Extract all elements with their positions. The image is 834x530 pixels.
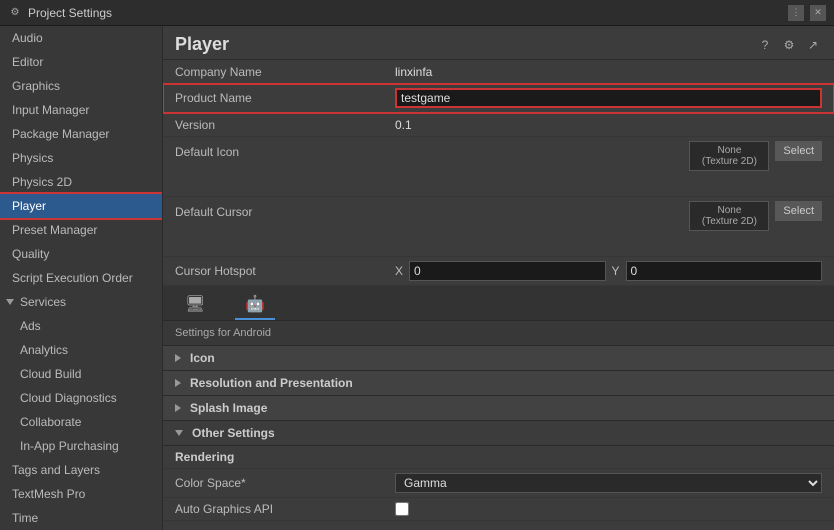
title-bar: ⚙ Project Settings ⋮ ✕ xyxy=(0,0,834,26)
default-cursor-box: None (Texture 2D) xyxy=(689,201,769,231)
none-texture-label: None xyxy=(696,145,762,156)
y-label: Y xyxy=(612,264,620,278)
company-name-row: Company Name linxinfa xyxy=(163,60,834,84)
version-value: 0.1 xyxy=(395,118,822,132)
tab-android[interactable]: 🤖 xyxy=(235,290,275,320)
default-cursor-label: Default Cursor xyxy=(175,201,395,219)
cursor-hotspot-inputs: X Y xyxy=(395,261,822,281)
services-label: Services xyxy=(20,293,66,311)
cursor-none-label: None xyxy=(696,205,762,216)
default-icon-row: Default Icon None (Texture 2D) Select xyxy=(163,137,834,197)
sidebar-item-audio[interactable]: Audio xyxy=(0,26,162,50)
sidebar-item-package-manager[interactable]: Package Manager xyxy=(0,122,162,146)
sidebar-item-script-execution-order[interactable]: Script Execution Order xyxy=(0,266,162,290)
resolution-expand-icon xyxy=(175,379,181,387)
icon-section-expand-icon xyxy=(175,354,181,362)
page-title: Player xyxy=(175,34,229,55)
android-icon: 🤖 xyxy=(245,296,265,313)
company-name-value: linxinfa xyxy=(395,65,822,79)
services-expand-icon xyxy=(6,299,14,305)
default-cursor-content: None (Texture 2D) Select xyxy=(395,201,822,231)
default-icon-box: None (Texture 2D) xyxy=(689,141,769,171)
color-space-label: Color Space* xyxy=(175,476,395,490)
title-bar-text: Project Settings xyxy=(28,6,112,20)
sidebar-item-input-manager[interactable]: Input Manager xyxy=(0,98,162,122)
sidebar-item-tags-and-layers[interactable]: Tags and Layers xyxy=(0,458,162,482)
sidebar-item-editor[interactable]: Editor xyxy=(0,50,162,74)
icon-section-header[interactable]: Icon xyxy=(163,346,834,371)
other-settings-section-header[interactable]: Other Settings xyxy=(163,421,834,446)
default-icon-select-button[interactable]: Select xyxy=(775,141,822,161)
external-link-button[interactable]: ↗ xyxy=(804,36,822,54)
resolution-section-title: Resolution and Presentation xyxy=(190,376,353,390)
cursor-hotspot-x[interactable] xyxy=(409,261,605,281)
splash-section-title: Splash Image xyxy=(190,401,267,415)
x-label: X xyxy=(395,264,403,278)
content-panel: Player ? ⚙ ↗ Company Name linxinfa Produ… xyxy=(163,26,834,530)
desktop-icon: 🖥 xyxy=(185,296,205,313)
sidebar-item-ads[interactable]: Ads xyxy=(0,314,162,338)
sidebar-item-collaborate[interactable]: Collaborate xyxy=(0,410,162,434)
content-header: Player ? ⚙ ↗ xyxy=(163,26,834,60)
sidebar-item-services-group[interactable]: Services xyxy=(0,290,162,314)
auto-graphics-label: Auto Graphics API xyxy=(175,502,395,516)
version-row: Version 0.1 xyxy=(163,113,834,137)
other-settings-expand-icon xyxy=(175,430,183,436)
color-space-select[interactable]: Gamma Linear xyxy=(395,473,822,493)
auto-graphics-row: Auto Graphics API xyxy=(163,498,834,521)
sidebar-item-graphics[interactable]: Graphics xyxy=(0,74,162,98)
content-scroll[interactable]: Company Name linxinfa Product Name Versi… xyxy=(163,60,834,530)
sidebar-item-physics[interactable]: Physics xyxy=(0,146,162,170)
sidebar-item-cloud-diagnostics[interactable]: Cloud Diagnostics xyxy=(0,386,162,410)
default-icon-content: None (Texture 2D) Select xyxy=(395,141,822,171)
color-space-row: Color Space* Gamma Linear xyxy=(163,469,834,498)
sidebar-item-analytics[interactable]: Analytics xyxy=(0,338,162,362)
cursor-hotspot-label: Cursor Hotspot xyxy=(175,264,395,278)
sidebar: Audio Editor Graphics Input Manager Pack… xyxy=(0,26,163,530)
company-name-label: Company Name xyxy=(175,65,395,79)
product-name-input[interactable] xyxy=(395,88,822,108)
sidebar-item-in-app-purchasing[interactable]: In-App Purchasing xyxy=(0,434,162,458)
default-cursor-row: Default Cursor None (Texture 2D) Select xyxy=(163,197,834,257)
sidebar-item-quality[interactable]: Quality xyxy=(0,242,162,266)
splash-expand-icon xyxy=(175,404,181,412)
texture2d-label: (Texture 2D) xyxy=(696,156,762,167)
auto-graphics-checkbox[interactable] xyxy=(395,502,409,516)
sidebar-item-preset-manager[interactable]: Preset Manager xyxy=(0,218,162,242)
default-cursor-select-button[interactable]: Select xyxy=(775,201,822,221)
title-bar-controls: ⋮ ✕ xyxy=(788,5,826,21)
sidebar-item-time[interactable]: Time xyxy=(0,506,162,530)
settings-popup-button[interactable]: ⚙ xyxy=(780,36,798,54)
close-button[interactable]: ✕ xyxy=(810,5,826,21)
resolution-section-header[interactable]: Resolution and Presentation xyxy=(163,371,834,396)
icon-section-title: Icon xyxy=(190,351,215,365)
tab-desktop[interactable]: 🖥 xyxy=(175,290,215,320)
default-icon-label: Default Icon xyxy=(175,141,395,159)
splash-section-header[interactable]: Splash Image xyxy=(163,396,834,421)
help-button[interactable]: ? xyxy=(756,36,774,54)
sidebar-item-physics-2d[interactable]: Physics 2D xyxy=(0,170,162,194)
platform-tabs: 🖥 🤖 xyxy=(163,286,834,321)
rendering-label: Rendering xyxy=(163,446,834,469)
version-label: Version xyxy=(175,118,395,132)
menu-button[interactable]: ⋮ xyxy=(788,5,804,21)
sidebar-item-player[interactable]: Player xyxy=(0,194,162,218)
settings-for-android-label: Settings for Android xyxy=(163,321,834,346)
header-icons: ? ⚙ ↗ xyxy=(756,36,822,54)
cursor-texture2d-label: (Texture 2D) xyxy=(696,216,762,227)
product-name-row: Product Name xyxy=(163,84,834,113)
cursor-hotspot-row: Cursor Hotspot X Y xyxy=(163,257,834,286)
cursor-hotspot-y[interactable] xyxy=(626,261,822,281)
settings-icon: ⚙ xyxy=(8,6,22,20)
other-settings-section-title: Other Settings xyxy=(192,426,275,440)
sidebar-item-cloud-build[interactable]: Cloud Build xyxy=(0,362,162,386)
product-name-label: Product Name xyxy=(175,91,395,105)
sidebar-item-textmesh-pro[interactable]: TextMesh Pro xyxy=(0,482,162,506)
main-layout: Audio Editor Graphics Input Manager Pack… xyxy=(0,26,834,530)
